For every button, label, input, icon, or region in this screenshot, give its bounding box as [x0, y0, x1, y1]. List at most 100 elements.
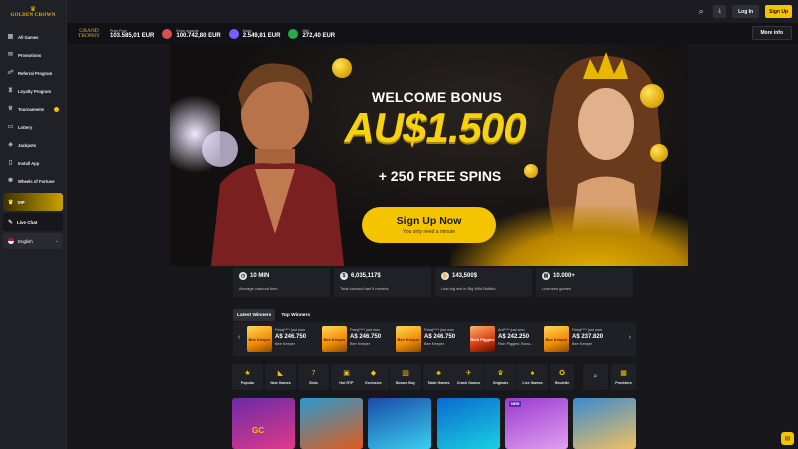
chat-bubble-icon[interactable]: ✉	[781, 432, 794, 445]
category-exclusive[interactable]: ◆ Exclusive	[358, 364, 389, 390]
jackpot-extra: Extra rewards 100.742,80 EUR	[162, 28, 221, 39]
game-thumbnail: Bee Keeper	[544, 326, 569, 352]
sidebar-item-label: Wheels of Fortune	[18, 178, 55, 184]
bonus-icon: ▥	[402, 369, 409, 377]
tab-top-winners[interactable]: Top Winners	[277, 309, 314, 321]
live-chat-button[interactable]: ✎ Live Chat	[3, 213, 63, 231]
category-search[interactable]: ⌕	[583, 364, 608, 390]
tab-latest-winners[interactable]: Latest Winners	[233, 309, 276, 321]
ticket-icon: ▭	[7, 123, 14, 130]
sidebar-item-tournaments[interactable]: ♕ Tournaments	[0, 100, 66, 118]
winner-card[interactable]: Bee Keeper Fessj**** just won A$ 237.820 B…	[544, 326, 612, 352]
game-thumbnail: Rich Piggies	[470, 326, 495, 352]
sidebar-item-install-app[interactable]: ▯ Install App	[0, 154, 66, 172]
winner-name: Ant**** just won	[498, 328, 525, 332]
sidebar-item-label: Lottery	[18, 124, 33, 130]
loyalty-icon: ♜	[7, 87, 14, 94]
money-bag-icon: $	[340, 272, 348, 280]
sidebar-item-jackpots[interactable]: ◈ Jackpots	[0, 136, 66, 154]
hero-man-illustration	[202, 63, 345, 266]
winner-name: Fessj**** just won	[275, 328, 305, 332]
stat-value: 10.000+	[553, 273, 575, 279]
sidebar-item-loyalty[interactable]: ♜ Loyalty Program	[0, 82, 66, 100]
winner-game: Rich Piggies: Bonu...	[498, 342, 534, 346]
chevron-right-icon[interactable]: ›	[629, 334, 631, 341]
search-icon[interactable]: ⌕	[695, 6, 707, 18]
stat-label: Total cashout last 5 months	[340, 286, 389, 291]
category-label: Hot RTP	[339, 380, 354, 385]
cta-sublabel: You only need a minute	[402, 229, 456, 235]
providers-icon: ▦	[620, 369, 627, 377]
category-label: Table Games	[427, 380, 450, 385]
new-icon: ◣	[277, 369, 284, 377]
category-originals[interactable]: ♛ Originals	[485, 364, 516, 390]
category-live-games[interactable]: ♠ Live Games	[517, 364, 548, 390]
game-tile[interactable]	[300, 398, 363, 449]
coin-icon	[332, 58, 352, 78]
stat-label: Last big win in Big Wild Buffalo	[441, 286, 496, 291]
live-chat-label: Live Chat	[17, 219, 38, 225]
category-providers[interactable]: ▦ Providers	[611, 364, 636, 390]
jackpot-coin-icon	[162, 28, 173, 39]
winner-name: Fessj**** just won	[572, 328, 602, 332]
language-label: English	[18, 238, 33, 244]
game-tile[interactable]: NEW	[505, 398, 568, 449]
category-roulette[interactable]: ✪ Roulette	[550, 364, 574, 390]
slot-icon: 7	[311, 369, 316, 377]
sidebar-item-all-games[interactable]: ▦ All Games	[0, 28, 66, 46]
search-icon: ⌕	[593, 373, 598, 380]
more-info-button[interactable]: More info	[751, 26, 792, 40]
sidebar-item-lottery[interactable]: ▭ Lottery	[0, 118, 66, 136]
diamond-icon: ◆	[370, 369, 377, 377]
wheel-icon: ✺	[7, 177, 14, 184]
coin-icon	[640, 84, 664, 108]
game-tile[interactable]	[368, 398, 431, 449]
sidebar-item-label: Tournaments	[18, 106, 45, 112]
language-select[interactable]: English ⌄	[3, 233, 63, 249]
grand-trophy-logo: GRAND TROPHY	[76, 28, 102, 39]
brand-logo[interactable]: ♛ GOLDEN CROWN	[0, 0, 66, 24]
winner-amount: A$ 246.750	[350, 334, 382, 340]
hero-banner[interactable]: WELCOME BONUS AU$1.500 + 250 FREE SPINS …	[170, 44, 688, 266]
chevron-left-icon[interactable]: ‹	[238, 334, 240, 341]
category-new-games[interactable]: ◣ New Games	[265, 364, 296, 390]
brand-name: GOLDEN CROWN	[10, 13, 56, 18]
sidebar-item-label: Jackpots	[18, 142, 37, 148]
sidebar-item-promotions[interactable]: ✉ Promotions	[0, 46, 66, 64]
winner-card[interactable]: Bee Keeper Fessj**** just won A$ 246.750 B…	[247, 326, 315, 352]
jackpot-value: 103.585,01 EUR	[110, 32, 155, 39]
category-crash-games[interactable]: ✈ Crash Games	[453, 364, 484, 390]
game-tile[interactable]	[573, 398, 636, 449]
category-table-games[interactable]: ♣ Table Games	[423, 364, 454, 390]
game-thumbnail: Bee Keeper	[247, 326, 272, 352]
game-tile[interactable]: GC	[232, 398, 295, 449]
stat-value: 143,500$	[452, 273, 478, 279]
sidebar-item-vip[interactable]: ♛ VIP	[3, 193, 63, 211]
live-icon: ♠	[530, 369, 535, 377]
login-button[interactable]: Log In	[732, 5, 760, 18]
winner-card[interactable]: Rich Piggies Ant**** just won A$ 242.250 R…	[470, 326, 538, 352]
category-label: Providers	[615, 380, 632, 385]
game-tile[interactable]	[437, 398, 500, 449]
grid-icon: ▦	[7, 33, 14, 40]
sidebar-item-wheels[interactable]: ✺ Wheels of Fortune	[0, 172, 66, 190]
signup-button[interactable]: Sign Up	[765, 5, 792, 18]
stat-card: ▤ 10.000+ Licensed games	[536, 268, 633, 297]
category-popular[interactable]: ★ Popular	[232, 364, 263, 390]
winner-card[interactable]: Bee Keeper Fessj**** just won A$ 246.750 B…	[396, 326, 464, 352]
sidebar-item-label: Install App	[18, 160, 40, 166]
hero-bonus-amount: AU$1.500	[344, 104, 526, 151]
category-slots[interactable]: 7 Slots	[298, 364, 329, 390]
category-bonus-buy[interactable]: ▥ Bonus Buy	[390, 364, 421, 390]
sidebar-item-label: Referral Program	[18, 70, 53, 76]
sidebar-item-label: All Games	[18, 34, 39, 40]
winner-name: Fessj**** just won	[424, 328, 454, 332]
stat-card: ✋ 143,500$ Last big win in Big Wild Buffa…	[435, 268, 532, 297]
hero-signup-button[interactable]: Sign Up Now You only need a minute	[362, 207, 496, 243]
sidebar-item-referral[interactable]: ☍ Referral Program	[0, 64, 66, 82]
notification-dot	[54, 106, 59, 112]
winner-card[interactable]: Bee Keeper Fessj**** just won A$ 246.750 B…	[322, 326, 390, 352]
jackpot-value: 272,40 EUR	[302, 32, 336, 39]
download-icon[interactable]: ⤓	[713, 5, 727, 18]
gift-icon: ✉	[7, 51, 14, 58]
